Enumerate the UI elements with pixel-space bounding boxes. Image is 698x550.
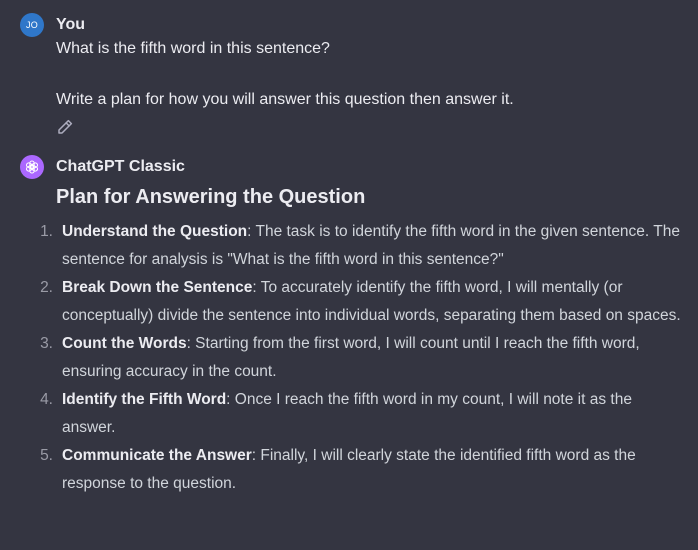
step-number: 1.: [40, 223, 53, 240]
step-title: Communicate the Answer: [62, 447, 252, 464]
assistant-author-name: ChatGPT Classic: [56, 158, 185, 175]
step-title: Break Down the Sentence: [62, 279, 253, 296]
step-number: 3.: [40, 335, 53, 352]
assistant-message-body: ChatGPT Classic Plan for Answering the Q…: [40, 155, 684, 498]
user-message-body: You What is the fifth word in this sente…: [56, 13, 684, 141]
pencil-edit-icon[interactable]: [56, 118, 74, 136]
user-avatar: JO: [20, 13, 44, 37]
plan-step: 1. Understand the Question: The task is t…: [40, 218, 684, 274]
user-message-line-1: What is the fifth word in this sentence?: [56, 40, 330, 57]
message-paragraph-gap: [56, 61, 684, 88]
user-author-name: You: [56, 16, 86, 33]
plan-heading: Plan for Answering the Question: [56, 186, 366, 208]
step-title: Count the Words: [62, 335, 187, 352]
plan-step: 5. Communicate the Answer: Finally, I wil…: [40, 442, 684, 498]
plan-step: 4. Identify the Fifth Word: Once I reach …: [40, 386, 684, 442]
openai-logo-icon: [25, 160, 39, 174]
plan-step: 3. Count the Words: Starting from the fir…: [40, 330, 684, 386]
user-avatar-initials: JO: [25, 20, 39, 30]
plan-step: 2. Break Down the Sentence: To accurately…: [40, 274, 684, 330]
step-number: 4.: [40, 391, 53, 408]
step-title: Identify the Fifth Word: [62, 391, 227, 408]
assistant-avatar: [20, 155, 44, 179]
step-title: Understand the Question: [62, 223, 248, 240]
step-number: 5.: [40, 447, 53, 464]
step-number: 2.: [40, 279, 53, 296]
user-message-line-2: Write a plan for how you will answer thi…: [56, 91, 514, 108]
plan-steps-list: 1. Understand the Question: The task is t…: [40, 218, 684, 498]
